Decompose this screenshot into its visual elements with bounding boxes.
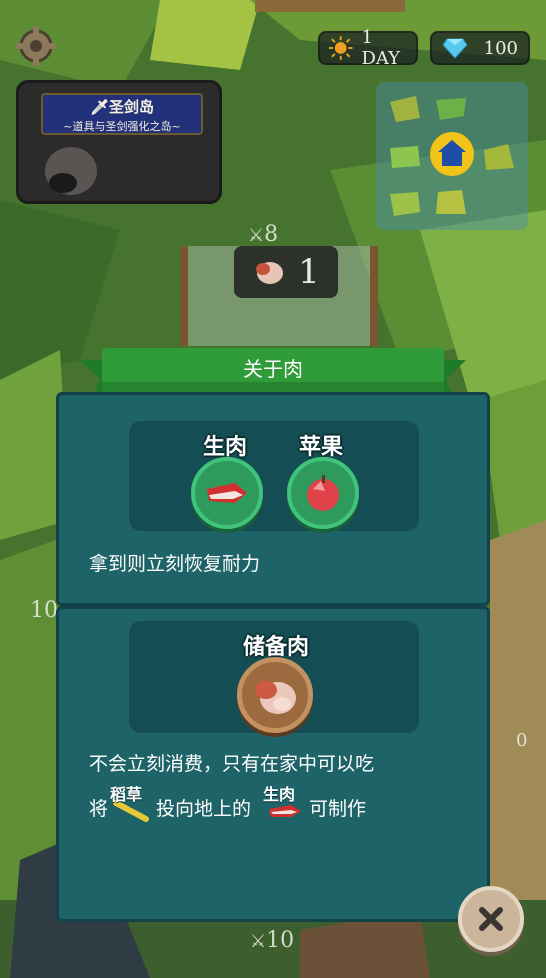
stored-meat-description-line1: 不会立刻消费，只有在家中可以吃: [89, 753, 375, 775]
sword-icon: ⚔: [250, 931, 267, 952]
line2-middle: 投向地上的: [156, 798, 252, 820]
island-title: 🗡圣剑岛: [89, 98, 155, 116]
sword-icon: ⚔: [248, 225, 265, 246]
straw-item: 稻草: [110, 785, 154, 822]
diamond-icon: [442, 38, 468, 59]
island-subtitle: ~道具与圣剑强化之岛~: [63, 120, 181, 133]
minimap-tile-icon: [390, 146, 420, 168]
minimap-tile-icon: [390, 96, 420, 122]
raw-meat-label: 生肉: [263, 785, 296, 804]
sun-icon: [328, 36, 353, 60]
gem-count: 100: [483, 37, 518, 59]
minimap[interactable]: [376, 82, 528, 230]
settings-gear-icon[interactable]: [16, 26, 56, 66]
stored-meat-icon: [256, 262, 284, 284]
apple-slot: [287, 457, 359, 529]
close-icon: [479, 907, 503, 931]
stored-meat-description-line2: 将 稻草 投向地上的 生肉 可制作: [89, 785, 367, 822]
line2-prefix: 将: [89, 798, 109, 820]
island-info-card[interactable]: 🗡圣剑岛 ~道具与圣剑强化之岛~: [16, 80, 222, 204]
meat-counter: 1: [234, 246, 338, 298]
dialog-title: 关于肉: [243, 357, 303, 381]
line2-suffix: 可制作: [309, 798, 367, 820]
day-counter: 1 DAY: [318, 27, 418, 69]
day-label: 1 DAY: [361, 27, 401, 69]
meat-count: 1: [298, 252, 320, 292]
boulder-icon: [45, 147, 97, 195]
apple-icon: [307, 475, 339, 511]
side-stat-right: 0: [516, 730, 528, 751]
sword-icon: 🗡: [89, 98, 110, 116]
minimap-tile-icon: [390, 192, 420, 216]
info-panel-stored-meat: 储备肉 不会立刻消费，只有在家中可以吃 将 稻草 投向地上的 生肉 可制作: [56, 606, 490, 922]
minimap-tile-icon: [484, 144, 514, 170]
stored-meat-slot: [237, 657, 313, 733]
straw-label: 稻草: [110, 785, 143, 804]
raw-meat-slot: [191, 457, 263, 529]
island-banner: 🗡圣剑岛 ~道具与圣剑强化之岛~: [41, 93, 203, 135]
minimap-tile-icon: [436, 98, 466, 120]
close-button[interactable]: [458, 886, 524, 952]
attack-stat-bottom: ⚔10: [250, 928, 295, 953]
home-location-icon: [430, 132, 474, 176]
item-showcase: [129, 421, 419, 531]
minimap-tile-icon: [436, 190, 466, 214]
gem-counter[interactable]: 100: [430, 31, 530, 65]
attack-stat-left: 10: [30, 598, 58, 623]
info-panel-fresh-food: 生肉 苹果 拿到则立刻恢复耐力: [56, 392, 490, 606]
raw-meat-icon: [207, 483, 247, 503]
fresh-food-description: 拿到则立刻恢复耐力: [89, 553, 261, 575]
attack-stat-top: ⚔8: [248, 222, 279, 247]
stored-meat-icon: [255, 681, 296, 714]
raw-meat-item: 生肉: [263, 785, 307, 821]
